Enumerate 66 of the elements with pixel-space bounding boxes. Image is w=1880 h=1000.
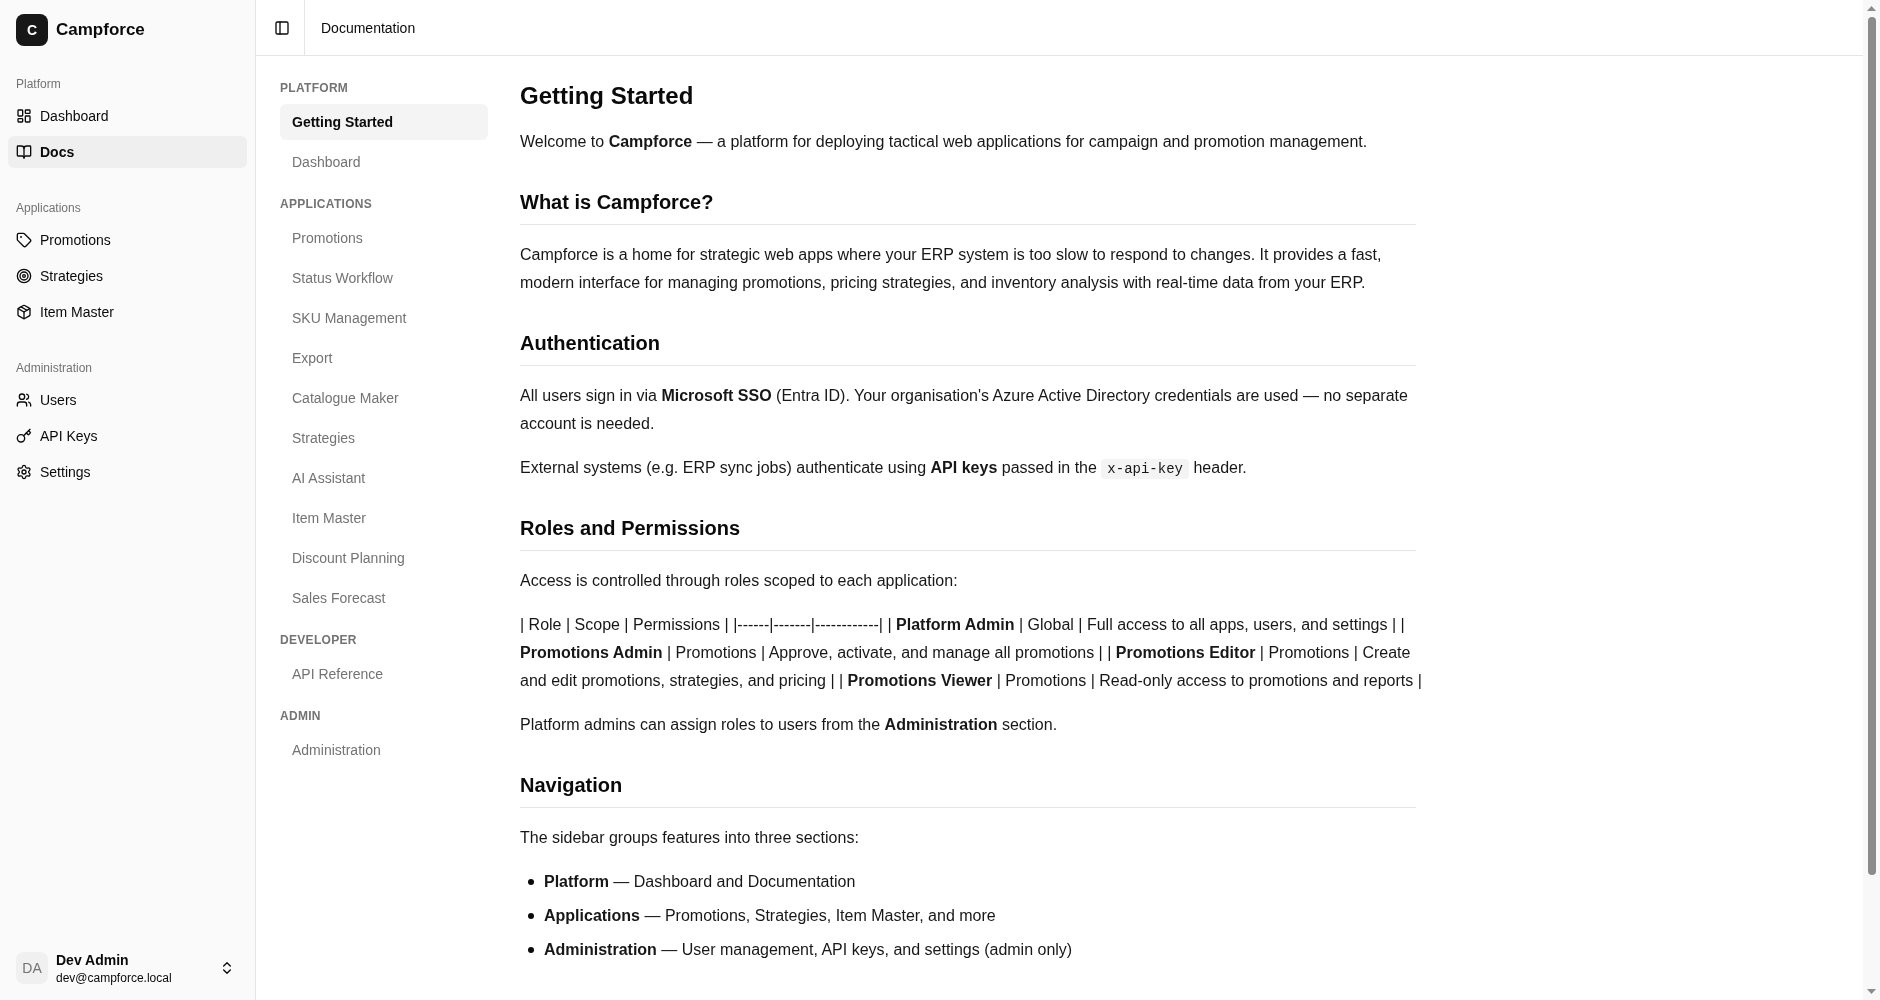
brand-logo: C [16,14,48,46]
paragraph: | Role | Scope | Permissions | |------|-------|------------| | Platform Admin | Global | Full access to all apps, users, and settings | | Promotions Admin | Promotions | Approve, activate, and manage all promotions | | Promotions Editor | Promotions | Create and edit promotions, strategies, and pricing | | Promotions Viewer | Promotions | Read-only access to promotions and reports | [520,615,1423,691]
layout-grid-icon [16,108,32,124]
paragraph: External systems (e.g. ERP sync jobs) authenticate using API keys passed in the x-api-key header. [520,458,1247,481]
sidebar-item[interactable]: Settings [8,456,247,488]
open-book-icon [16,144,32,160]
paragraph: Campforce is a home for strategic web apps where your ERP system is too slow to respond to changes. It provides a fast, modern interface for managing promotions, pricing strategies, and inventory analysis with real-time data from your ERP. [520,245,1383,293]
doc-nav-item[interactable]: API Reference [280,656,488,692]
sidebar-group-label: Administration [16,360,93,376]
bullet-icon [528,913,534,919]
paragraph: The sidebar groups features into three sections: [520,828,859,848]
sidebar-item[interactable]: Promotions [8,224,247,256]
list-item-text: Administration — User management, API keys, and settings (admin only) [544,940,1073,960]
nav-section-label: ADMIN [280,708,321,724]
settings-icon [16,464,32,480]
doc-nav-item[interactable]: Discount Planning [280,540,488,576]
sidebar-group-label: Applications [16,200,81,216]
scroll-down-icon[interactable] [1867,989,1876,994]
paragraph: All users sign in via Microsoft SSO (Entra ID). Your organisation's Azure Active Directory credentials are used — no separate account is needed. [520,386,1409,434]
section-heading: What is Campforce? [520,190,714,215]
box-icon [16,304,32,320]
tag-icon [16,232,32,248]
doc-nav-item[interactable]: Dashboard [280,144,488,180]
bullet-icon [528,879,534,885]
scroll-up-icon[interactable] [1867,6,1876,11]
paragraph: Access is controlled through roles scoped to each application: [520,571,958,591]
doc-nav-item[interactable]: SKU Management [280,300,488,336]
panel-left-icon [274,19,290,36]
doc-nav-item[interactable]: Strategies [280,420,488,456]
doc-nav-item[interactable]: Status Workflow [280,260,488,296]
section-heading: Authentication [520,331,660,356]
list-item-text: Platform — Dashboard and Documentation [544,872,856,892]
target-icon [16,268,32,284]
sidebar-group-label: Platform [16,76,61,92]
doc-nav-item[interactable]: Export [280,340,488,376]
user-email: dev@campforce.local [56,970,172,986]
doc-nav-item[interactable]: Catalogue Maker [280,380,488,416]
section-heading: Navigation [520,773,623,798]
scrollbar-thumb[interactable] [1867,17,1876,875]
sidebar-item[interactable]: Strategies [8,260,247,292]
doc-nav-item[interactable]: Administration [280,732,488,768]
nav-section-label: PLATFORM [280,80,349,96]
doc-nav-item[interactable]: Item Master [280,500,488,536]
paragraph: Platform admins can assign roles to users from the Administration section. [520,715,1058,735]
doc-nav-item[interactable]: Promotions [280,220,488,256]
sidebar-item[interactable]: API Keys [8,420,247,452]
doc-nav-item[interactable]: Getting Started [280,104,488,140]
breadcrumb-page: Documentation [321,18,416,38]
brand-name: Campforce [56,19,145,42]
sidebar-item[interactable]: Docs [8,136,247,168]
sidebar-item[interactable]: Item Master [8,296,247,328]
sidebar-item[interactable]: Dashboard [8,100,247,132]
bullet-icon [528,947,534,953]
key-icon [16,428,32,444]
page-title: Getting Started [520,81,694,111]
doc-nav-item[interactable]: AI Assistant [280,460,488,496]
section-heading: Roles and Permissions [520,516,741,541]
user-avatar: DA [16,952,48,984]
list-item-text: Applications — Promotions, Strategies, Item Master, and more [544,906,996,926]
paragraph: Welcome to Campforce — a platform for deploying tactical web applications for campaign and promotion management. [520,132,1368,152]
nav-section-label: DEVELOPER [280,632,357,648]
users-icon [16,392,32,408]
user-name: Dev Admin [56,951,129,970]
nav-section-label: APPLICATIONS [280,196,373,212]
sidebar-item[interactable]: Users [8,384,247,416]
doc-nav-item[interactable]: Sales Forecast [280,580,488,616]
